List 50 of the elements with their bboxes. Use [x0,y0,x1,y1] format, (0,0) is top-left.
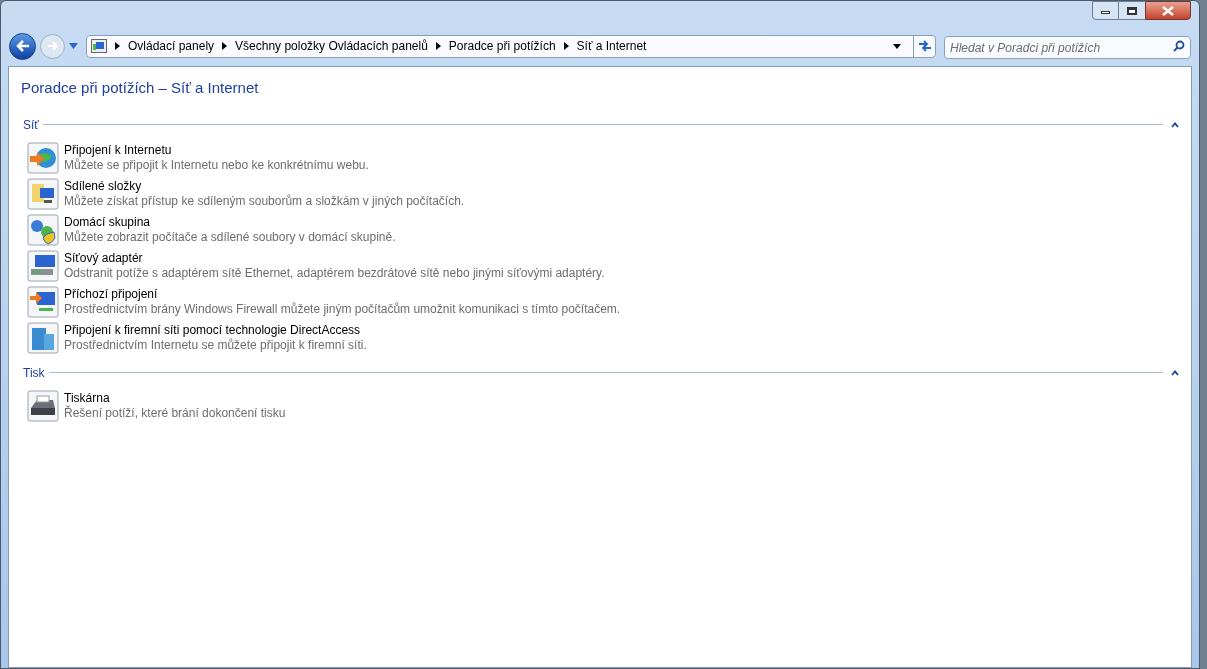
chevron-right-icon[interactable] [435,42,441,50]
caret-icon[interactable] [69,43,78,49]
close-button[interactable] [1145,1,1191,20]
search-icon[interactable] [1173,39,1185,52]
maximize-icon [1127,6,1137,15]
control-panel-icon [91,39,107,53]
chevron-up-icon[interactable] [1171,369,1179,376]
troubleshooter-link[interactable]: Domácí skupina [64,214,396,230]
page-title: Poradce při potížích – Síť a Internet [21,78,260,98]
breadcrumb[interactable]: Síť a Internet [576,37,647,55]
troubleshooter-description: Můžete se připojit k Internetu nebo ke konkrétnímu webu. [64,157,369,173]
troubleshooter-description: Prostřednictvím Internetu se můžete připojit k firemní síti. [64,337,367,353]
troubleshooter-link[interactable]: Připojení k Internetu [64,142,369,158]
troubleshooter-link[interactable]: Připojení k firemní síti pomocí technologie DirectAccess [64,322,367,338]
breadcrumb[interactable]: Ovládací panely [128,37,215,55]
network-icon [27,213,59,246]
folder-icon [27,177,59,210]
adapter-icon [27,249,59,282]
section-heading: Síť [23,116,39,134]
computer-icon [27,285,59,318]
search-field[interactable]: Hledat v Poradci při potížích [944,36,1191,59]
troubleshooter-link[interactable]: Síťový adaptér [64,250,605,266]
chevron-right-icon[interactable] [115,42,120,50]
globe-icon [27,141,59,174]
breadcrumb[interactable]: Poradce při potížích [448,37,556,55]
troubleshooter-description: Prostřednictvím brány Windows Firewall můžete jiným počítačům umožnit komunikaci s tímto počítačem. [64,301,621,317]
troubleshooter-link[interactable]: Sdílené složky [64,178,465,194]
maximize-button[interactable] [1119,1,1145,20]
troubleshooter-description: Můžete zobrazit počítače a sdílené soubory v domácí skupině. [64,229,396,245]
arrow-right-icon [46,41,59,51]
chevron-right-icon[interactable] [563,42,569,50]
back-button[interactable] [9,32,36,60]
troubleshooter-description: Řešení potíží, které brání dokončení tisku [64,405,286,421]
dropdown-icon[interactable] [893,43,901,49]
arrow-left-icon [15,40,30,52]
chevron-right-icon[interactable] [222,42,228,50]
refresh-icon [917,40,932,52]
troubleshooter-description: Odstranit potíže s adaptérem sítě Ethernet, adaptérem bezdrátové sítě nebo jinými síťovými adaptéry. [64,265,605,281]
close-icon [1162,5,1174,16]
building-icon [27,321,59,354]
printer-icon [27,389,59,422]
breadcrumb[interactable]: Všechny položky Ovládacích panelů [235,37,428,55]
chevron-up-icon[interactable] [1171,121,1179,128]
troubleshooter-link[interactable]: Příchozí připojení [64,286,621,302]
troubleshooter-link[interactable]: Tiskárna [64,390,286,406]
minimize-icon [1101,11,1110,14]
section-heading: Tisk [23,364,45,382]
minimize-button[interactable] [1092,1,1119,20]
troubleshooter-description: Můžete získat přístup ke sdíleným souborům a složkám v jiných počítačích. [64,193,465,209]
address-bar[interactable]: Ovládací panely Všechny položky Ovládacích panelů Poradce při potížích Síť a Internet [86,34,936,58]
